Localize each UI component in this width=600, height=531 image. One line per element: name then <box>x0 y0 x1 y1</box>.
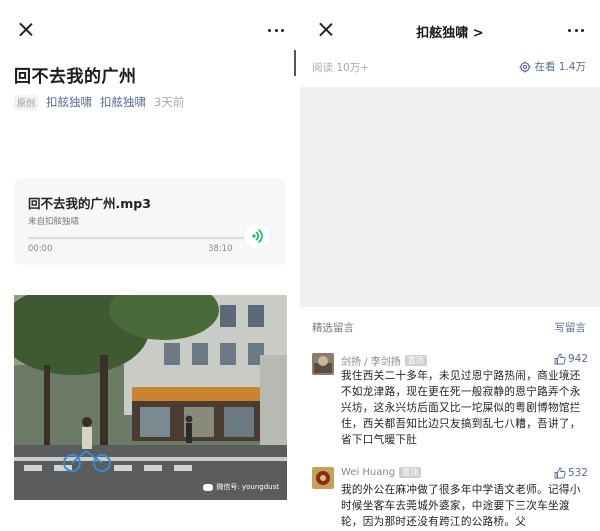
original-badge: 原创 <box>14 94 39 110</box>
write-comment-button[interactable]: 写留言 <box>555 320 587 335</box>
comment-author: Wei Huang 置顶 <box>341 467 422 478</box>
watermark-text: 微信号: youngdust <box>216 483 279 491</box>
street-scene-image <box>14 295 287 500</box>
article-stats: 阅读 10万+ 在看 1.4万 <box>312 59 588 75</box>
photo-watermark: 微信号: youngdust <box>203 482 279 492</box>
comment-item: Wei Huang 置顶 532 我的外公在麻冲做了很多年中学语文老师。记得小时… <box>312 467 588 531</box>
audio-play-button[interactable] <box>244 223 270 249</box>
avatar[interactable] <box>312 467 334 489</box>
comment-author: 剑扬 / 李剑扬 置顶 <box>341 353 427 368</box>
viewing-icon <box>519 61 531 72</box>
audio-source: 来自扣舷独啸 <box>28 217 80 227</box>
author-link[interactable]: 扣舷独啸 <box>46 94 92 110</box>
more-options-icon[interactable] <box>264 18 288 42</box>
thumbs-up-icon <box>554 353 566 365</box>
pinned-badge: 置顶 <box>404 355 427 366</box>
more-options-icon[interactable] <box>564 18 588 42</box>
account-title-link[interactable]: 扣舷独啸 > <box>300 22 600 41</box>
like-count: 532 <box>567 467 588 479</box>
featured-comments-label: 精选留言 <box>312 322 354 334</box>
audio-player-card[interactable]: 回不去我的广州.mp3 来自扣舷独啸 00:00 38:10 <box>14 179 286 265</box>
account-link[interactable]: 扣舷独啸 <box>100 94 146 110</box>
ad-placeholder-panel <box>300 87 600 307</box>
comment-text: 我的外公在麻冲做了很多年中学语文老师。记得小时候坐客车去莞城外婆家，中途要下三次… <box>341 484 581 528</box>
like-count: 942 <box>567 353 588 365</box>
article-meta: 原创 扣舷独啸 扣舷独啸 3天前 <box>14 94 184 110</box>
article-title: 回不去我的广州 <box>14 67 137 87</box>
thumbs-up-icon <box>554 467 566 479</box>
like-button[interactable]: 942 <box>554 353 588 365</box>
street-photo: 微信号: youngdust <box>14 295 287 500</box>
audio-title: 回不去我的广州.mp3 <box>28 196 151 211</box>
audio-duration: 38:10 <box>208 244 233 254</box>
audio-progress-bar[interactable] <box>28 237 244 239</box>
audio-current-time: 00:00 <box>28 244 53 254</box>
wechat-icon <box>203 483 214 491</box>
like-button[interactable]: 532 <box>554 467 588 479</box>
article-pane: 回不去我的广州 原创 扣舷独啸 扣舷独啸 3天前 回不去我的广州.mp3 来自扣… <box>0 0 300 531</box>
comment-author-name: 剑扬 / 李剑扬 <box>341 357 401 368</box>
close-icon[interactable] <box>14 18 38 42</box>
top-bar <box>0 0 300 64</box>
top-bar: 扣舷独啸 > <box>300 0 600 64</box>
viewing-count: 在看 1.4万 <box>534 61 586 73</box>
comment-author-name: Wei Huang <box>341 467 396 478</box>
comment-item: 剑扬 / 李剑扬 置顶 942 我住西关二十多年，未见过恩宁路热闹，商业境还不如… <box>312 353 588 453</box>
publish-time: 3天前 <box>154 95 185 109</box>
viewing-button[interactable]: 在看 1.4万 <box>519 59 586 74</box>
pinned-badge: 置顶 <box>399 467 422 478</box>
comment-text: 我住西关二十多年，未见过恩宁路热闹，商业境还不如龙津路，现在更在死一般寂静的恩宁… <box>341 370 581 446</box>
avatar[interactable] <box>312 353 334 375</box>
comments-pane: 扣舷独啸 > 阅读 10万+ 在看 1.4万 精选留言 写留言 剑扬 / 李剑扬… <box>300 0 600 531</box>
scroll-indicator[interactable] <box>294 50 296 76</box>
read-count: 阅读 10万+ <box>312 62 369 74</box>
audio-wave-icon <box>252 229 263 243</box>
